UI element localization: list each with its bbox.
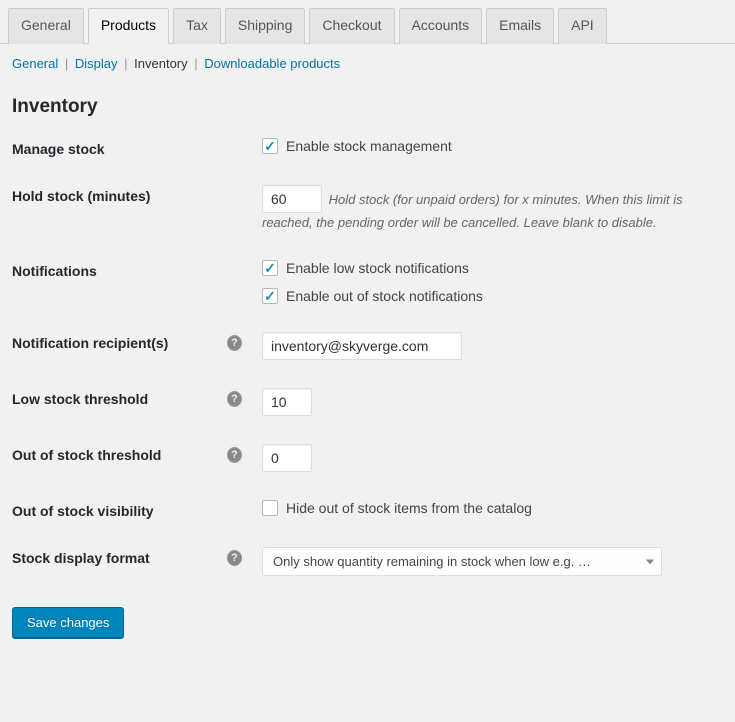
out-stock-notif-label: Enable out of stock notifications: [286, 288, 483, 304]
stock-format-label: Stock display format: [12, 550, 150, 566]
stock-format-select[interactable]: Only show quantity remaining in stock wh…: [262, 547, 662, 576]
save-button[interactable]: Save changes: [12, 607, 124, 638]
low-stock-notif-label: Enable low stock notifications: [286, 260, 469, 276]
low-threshold-input[interactable]: [262, 388, 312, 416]
help-icon[interactable]: [227, 336, 242, 351]
tab-api[interactable]: API: [558, 8, 607, 44]
hold-stock-desc: Hold stock (for unpaid orders) for x min…: [262, 192, 683, 230]
subnav-general[interactable]: General: [12, 56, 58, 71]
tab-accounts[interactable]: Accounts: [399, 8, 483, 44]
sub-nav: General | Display | Inventory | Download…: [0, 44, 735, 71]
hold-stock-input[interactable]: [262, 185, 322, 213]
main-tabs: General Products Tax Shipping Checkout A…: [0, 0, 735, 44]
tab-general[interactable]: General: [8, 8, 84, 44]
help-icon[interactable]: [227, 448, 242, 463]
out-visibility-checkbox[interactable]: [262, 500, 278, 516]
tab-checkout[interactable]: Checkout: [309, 8, 394, 44]
manage-stock-checkbox[interactable]: [262, 138, 278, 154]
subnav-downloadable[interactable]: Downloadable products: [204, 56, 340, 71]
manage-stock-label: Manage stock: [12, 141, 105, 157]
separator: |: [121, 56, 130, 71]
section-title: Inventory: [12, 96, 723, 118]
low-stock-notif-checkbox[interactable]: [262, 260, 278, 276]
help-icon[interactable]: [227, 392, 242, 407]
out-threshold-input[interactable]: [262, 444, 312, 472]
recipient-label: Notification recipient(s): [12, 335, 168, 351]
recipient-input[interactable]: [262, 332, 462, 360]
tab-shipping[interactable]: Shipping: [225, 8, 306, 44]
out-visibility-label: Out of stock visibility: [12, 503, 154, 519]
subnav-display[interactable]: Display: [75, 56, 118, 71]
out-threshold-label: Out of stock threshold: [12, 447, 161, 463]
separator: |: [191, 56, 200, 71]
notifications-label: Notifications: [12, 263, 97, 279]
manage-stock-checkbox-label: Enable stock management: [286, 138, 452, 154]
help-icon[interactable]: [227, 551, 242, 566]
out-visibility-checkbox-label: Hide out of stock items from the catalog: [286, 500, 532, 516]
separator: |: [62, 56, 71, 71]
tab-emails[interactable]: Emails: [486, 8, 554, 44]
low-threshold-label: Low stock threshold: [12, 391, 148, 407]
out-stock-notif-checkbox[interactable]: [262, 288, 278, 304]
tab-tax[interactable]: Tax: [173, 8, 221, 44]
tab-products[interactable]: Products: [88, 8, 169, 44]
subnav-inventory[interactable]: Inventory: [134, 56, 187, 71]
hold-stock-label: Hold stock (minutes): [12, 188, 150, 204]
